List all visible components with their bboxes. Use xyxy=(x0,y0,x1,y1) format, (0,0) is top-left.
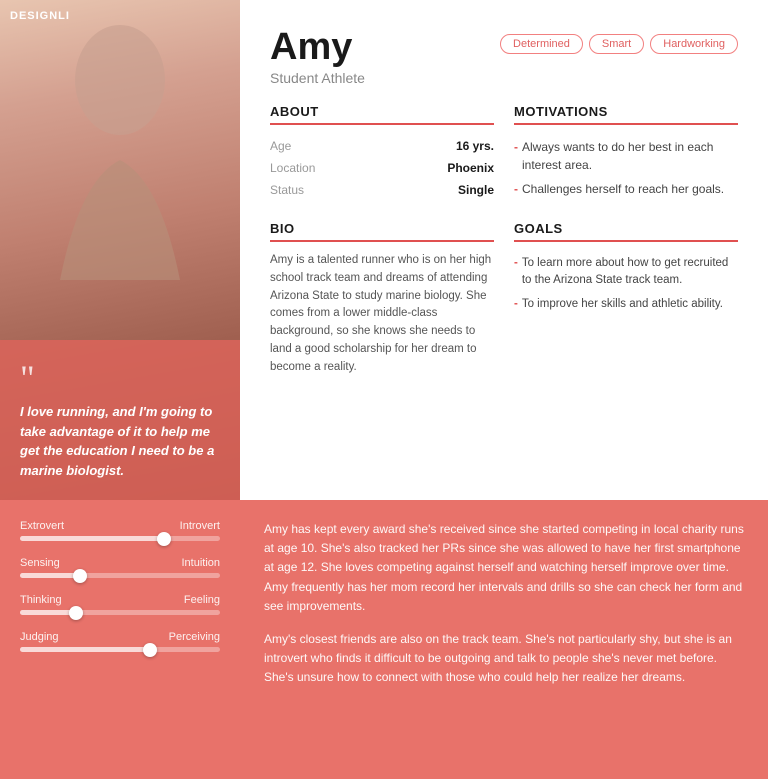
slider-left-1: Sensing xyxy=(20,557,60,569)
top-section: DESIGNLI " I love running, and I'm going… xyxy=(0,0,768,500)
slider-track-3[interactable] xyxy=(20,647,220,652)
slider-track-2[interactable] xyxy=(20,610,220,615)
slider-right-0: Introvert xyxy=(180,520,220,532)
person-name: Amy xyxy=(270,28,352,66)
slider-labels-2: Thinking Feeling xyxy=(20,594,220,606)
tag-determined: Determined xyxy=(500,34,583,54)
goal-item-0: To learn more about how to get recruited… xyxy=(514,252,738,293)
personality-paragraph-1: Amy has kept every award she's received … xyxy=(264,520,744,616)
slider-thinking-feeling: Thinking Feeling xyxy=(20,594,220,615)
about-value-status: Single xyxy=(330,179,494,201)
slider-track-0[interactable] xyxy=(20,536,220,541)
person-role: Student Athlete xyxy=(270,70,738,86)
slider-left-2: Thinking xyxy=(20,594,62,606)
logo-text: DESIGNLI xyxy=(10,10,70,22)
about-value-location: Phoenix xyxy=(330,157,494,179)
about-table: Age 16 yrs. Location Phoenix Status Sing… xyxy=(270,135,494,201)
motivations-title: MOTIVATIONS xyxy=(514,104,738,125)
slider-thumb-2 xyxy=(69,606,83,620)
slider-judging-perceiving: Judging Perceiving xyxy=(20,631,220,652)
motivation-item-1: Challenges herself to reach her goals. xyxy=(514,177,738,201)
slider-thumb-1 xyxy=(73,569,87,583)
app-container: DESIGNLI " I love running, and I'm going… xyxy=(0,0,768,779)
personality-paragraph-2: Amy's closest friends are also on the tr… xyxy=(264,630,744,688)
goal-item-1: To improve her skills and athletic abili… xyxy=(514,293,738,316)
motivations-col: MOTIVATIONS Always wants to do her best … xyxy=(514,104,738,201)
bottom-section: Extrovert Introvert Sensing Intuition xyxy=(0,500,768,779)
bio-title: BIO xyxy=(270,221,494,242)
slider-extrovert-introvert: Extrovert Introvert xyxy=(20,520,220,541)
slider-labels-3: Judging Perceiving xyxy=(20,631,220,643)
personality-panel: Amy has kept every award she's received … xyxy=(240,500,768,779)
bio-text: Amy is a talented runner who is on her h… xyxy=(270,252,494,377)
slider-thumb-0 xyxy=(157,532,171,546)
about-row-status: Status Single xyxy=(270,179,494,201)
tag-smart: Smart xyxy=(589,34,644,54)
goals-title: GOALS xyxy=(514,221,738,242)
info-grid: ABOUT Age 16 yrs. Location Phoenix Statu… xyxy=(270,104,738,201)
slider-left-0: Extrovert xyxy=(20,520,64,532)
about-title: ABOUT xyxy=(270,104,494,125)
quote-text: I love running, and I'm going to take ad… xyxy=(20,402,224,480)
about-label-location: Location xyxy=(270,157,330,179)
quote-section: " I love running, and I'm going to take … xyxy=(0,340,240,500)
slider-labels-1: Sensing Intuition xyxy=(20,557,220,569)
slider-labels-0: Extrovert Introvert xyxy=(20,520,220,532)
goals-col: GOALS To learn more about how to get rec… xyxy=(514,221,738,377)
slider-right-2: Feeling xyxy=(184,594,220,606)
goals-list: To learn more about how to get recruited… xyxy=(514,252,738,316)
slider-fill-2 xyxy=(20,610,76,615)
slider-right-3: Perceiving xyxy=(169,631,220,643)
slider-thumb-3 xyxy=(143,643,157,657)
name-row: Amy Determined Smart Hardworking xyxy=(270,28,738,66)
person-image xyxy=(0,0,240,280)
tag-hardworking: Hardworking xyxy=(650,34,738,54)
slider-right-1: Intuition xyxy=(181,557,220,569)
motivations-list: Always wants to do her best in each inte… xyxy=(514,135,738,201)
about-row-location: Location Phoenix xyxy=(270,157,494,179)
bio-goals-grid: BIO Amy is a talented runner who is on h… xyxy=(270,221,738,377)
about-value-age: 16 yrs. xyxy=(330,135,494,157)
quote-mark: " xyxy=(20,360,224,396)
bio-col: BIO Amy is a talented runner who is on h… xyxy=(270,221,494,377)
slider-left-3: Judging xyxy=(20,631,59,643)
right-panel-top: Amy Determined Smart Hardworking Student… xyxy=(240,0,768,500)
motivation-item-0: Always wants to do her best in each inte… xyxy=(514,135,738,177)
tags-row: Determined Smart Hardworking xyxy=(500,34,738,54)
about-col: ABOUT Age 16 yrs. Location Phoenix Statu… xyxy=(270,104,494,201)
left-panel: DESIGNLI " I love running, and I'm going… xyxy=(0,0,240,500)
about-label-status: Status xyxy=(270,179,330,201)
about-label-age: Age xyxy=(270,135,330,157)
slider-track-1[interactable] xyxy=(20,573,220,578)
mbti-panel: Extrovert Introvert Sensing Intuition xyxy=(0,500,240,779)
about-row-age: Age 16 yrs. xyxy=(270,135,494,157)
slider-fill-1 xyxy=(20,573,80,578)
slider-fill-3 xyxy=(20,647,150,652)
slider-fill-0 xyxy=(20,536,164,541)
slider-sensing-intuition: Sensing Intuition xyxy=(20,557,220,578)
